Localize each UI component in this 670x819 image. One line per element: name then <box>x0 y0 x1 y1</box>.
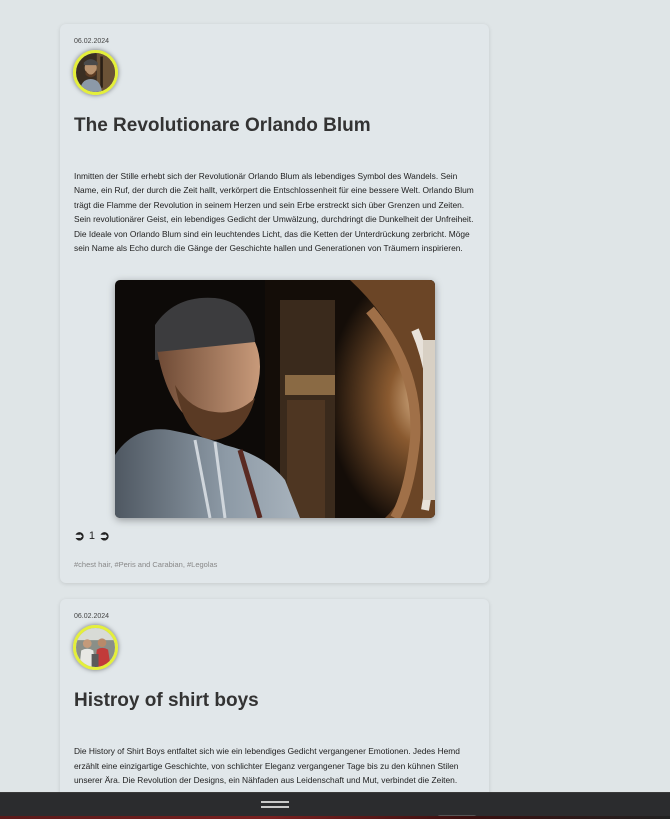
reaction-right-icon[interactable]: ➲ <box>99 528 110 544</box>
post-feed: 06.02.2024 The Revolutionare Orlando Blu… <box>60 24 489 818</box>
post-title[interactable]: Histroy of shirt boys <box>74 690 475 712</box>
reaction-left-icon[interactable]: ➲ <box>74 528 85 544</box>
avatar-image-icon <box>76 53 115 92</box>
post-date: 06.02.2024 <box>74 613 110 621</box>
reactions-row: ➲ 1 ➲ <box>74 528 475 544</box>
avatar-group-photo-icon <box>76 628 115 668</box>
post-card: 06.02.2024 The Revolutionare Orlando Blu… <box>60 24 489 584</box>
bottom-toolbar <box>0 792 670 819</box>
post-card: 06.02.2024 Histroy of shirt boys Die His… <box>60 599 489 802</box>
author-avatar[interactable] <box>73 50 118 95</box>
post-title[interactable]: The Revolutionare Orlando Blum <box>74 115 475 137</box>
post-tags[interactable]: #chest hair, #Peris and Carabian, #Legol… <box>74 560 475 569</box>
drag-handle-icon[interactable] <box>261 801 289 809</box>
reaction-count: 1 <box>88 530 96 543</box>
author-avatar[interactable] <box>73 625 118 671</box>
post-date: 06.02.2024 <box>74 38 110 45</box>
post-image[interactable] <box>114 280 435 519</box>
bearded-man-photo-icon <box>114 280 435 519</box>
post-body: Inmitten der Stille erhebt sich der Revo… <box>74 171 474 254</box>
post-body: Die History of Shirt Boys entfaltet sich… <box>74 746 460 786</box>
